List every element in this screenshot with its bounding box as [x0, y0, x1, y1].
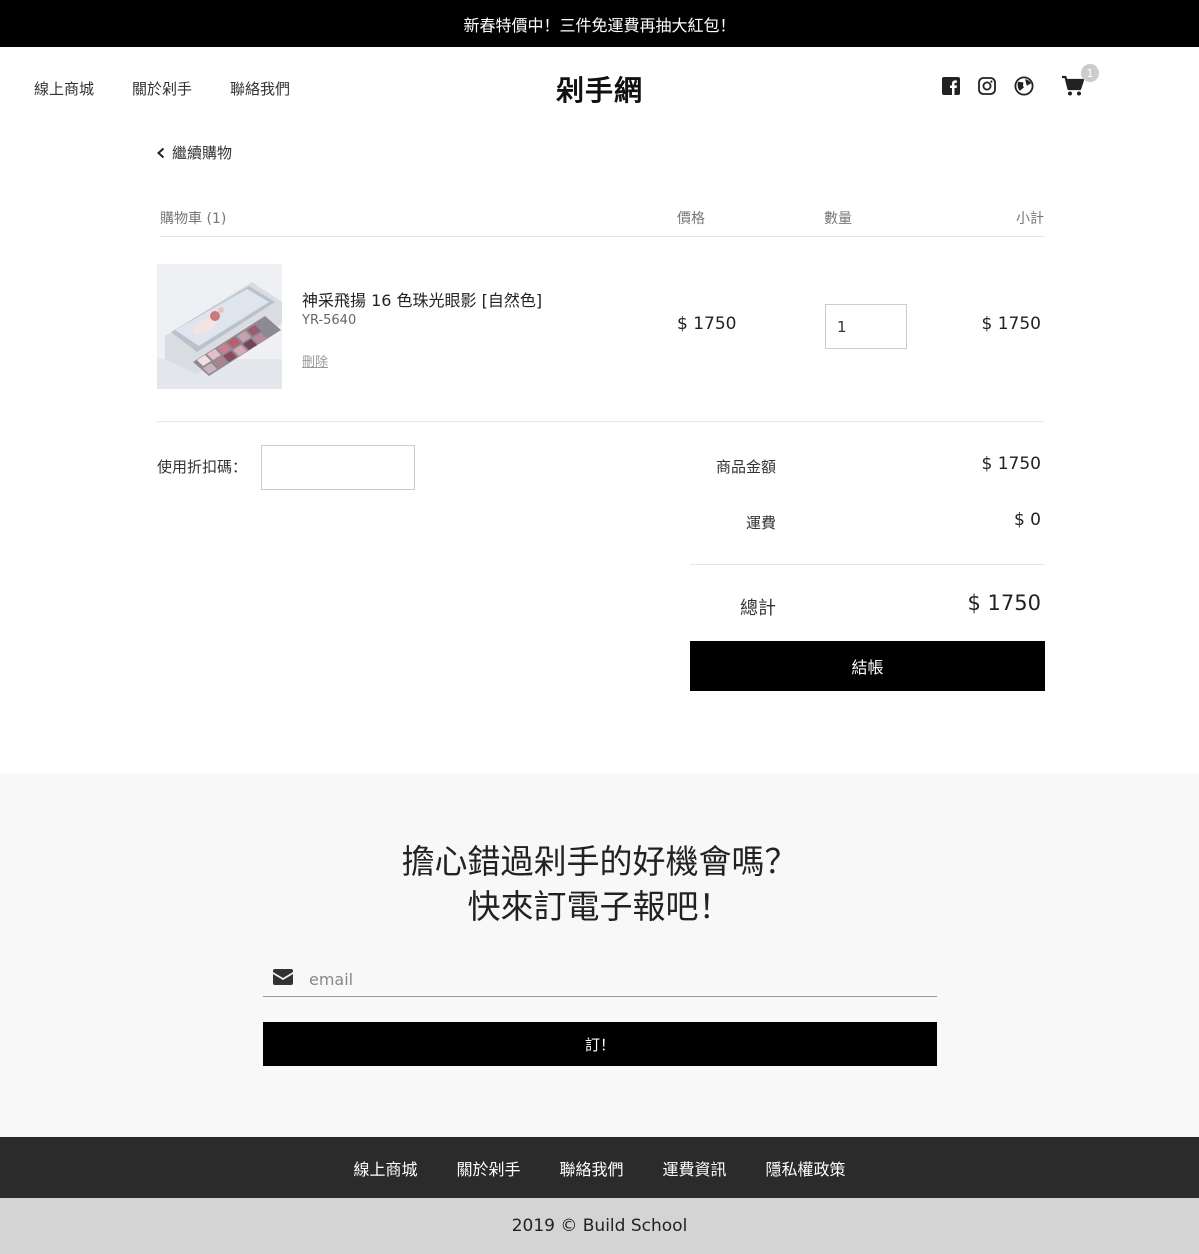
delete-item-link[interactable]: 刪除 — [302, 351, 328, 370]
footer-link-contact[interactable]: 聯絡我們 — [559, 1156, 623, 1180]
checkout-button[interactable]: 結帳 — [690, 641, 1045, 691]
goods-amount-value: $ 1750 — [981, 454, 1041, 474]
envelope-icon — [273, 969, 293, 989]
footer-link-about[interactable]: 關於剁手 — [456, 1156, 520, 1180]
product-name[interactable]: 神采飛揚 16 色珠光眼影 [自然色] — [302, 287, 542, 311]
site-header: 線上商城 關於剁手 聯絡我們 剁手網 1 — [0, 47, 1199, 127]
newsletter-title-line2: 快來訂電子報吧！ — [467, 887, 732, 926]
header-icons: 1 — [939, 64, 1199, 104]
quantity-input[interactable] — [825, 304, 907, 349]
promo-bar: 新春特價中！三件免運費再抽大紅包！ — [0, 0, 1199, 47]
instagram-icon[interactable] — [975, 74, 999, 98]
continue-shopping-link[interactable]: 繼續購物 — [156, 142, 232, 163]
header-price: 價格 — [677, 211, 705, 227]
newsletter-section: 擔心錯過剁手的好機會嗎？ 快來訂電子報吧！ 訂！ — [0, 773, 1199, 1137]
newsletter-title-line1: 擔心錯過剁手的好機會嗎？ — [401, 842, 798, 881]
product-sku: YR-5640 — [302, 313, 357, 328]
total-value: $ 1750 — [967, 591, 1041, 615]
copyright: 2019 © Build School — [0, 1198, 1199, 1254]
subscribe-button[interactable]: 訂！ — [263, 1022, 937, 1066]
shipping-label: 運費 — [745, 514, 776, 532]
header-subtotal: 小計 — [1016, 211, 1044, 227]
footer-link-privacy[interactable]: 隱私權政策 — [766, 1156, 846, 1180]
promo-text: 新春特價中！三件免運費再抽大紅包！ — [463, 15, 736, 35]
footer-link-shop[interactable]: 線上商城 — [353, 1156, 417, 1180]
product-image[interactable] — [157, 264, 282, 389]
cart-table-header: 購物車 (1) 價格 數量 小計 — [160, 208, 1044, 237]
email-field[interactable] — [263, 961, 937, 997]
coupon-input[interactable] — [261, 445, 415, 490]
facebook-icon[interactable] — [939, 74, 963, 98]
cart-icon[interactable]: 1 — [1061, 64, 1099, 98]
newsletter-title: 擔心錯過剁手的好機會嗎？ 快來訂電子報吧！ — [0, 839, 1199, 929]
chevron-left-icon — [157, 147, 165, 158]
header-quantity: 數量 — [824, 211, 852, 227]
footer-link-shipping[interactable]: 運費資訊 — [663, 1156, 727, 1180]
divider — [690, 564, 1044, 565]
header-cart-count: 購物車 (1) — [160, 211, 227, 227]
footer-nav: 線上商城 關於剁手 聯絡我們 運費資訊 隱私權政策 — [0, 1137, 1199, 1198]
shipping-value: $ 0 — [1013, 510, 1041, 530]
product-price: $ 1750 — [677, 314, 737, 334]
email-input[interactable] — [309, 965, 909, 993]
total-label: 總計 — [740, 598, 776, 619]
globe-icon[interactable] — [1012, 74, 1036, 98]
goods-amount-label: 商品金額 — [715, 458, 776, 476]
divider — [157, 421, 1044, 422]
coupon-label: 使用折扣碼： — [157, 458, 248, 476]
cart-count-badge: 1 — [1081, 64, 1099, 82]
product-subtotal: $ 1750 — [981, 314, 1041, 334]
continue-shopping-label: 繼續購物 — [172, 144, 233, 162]
